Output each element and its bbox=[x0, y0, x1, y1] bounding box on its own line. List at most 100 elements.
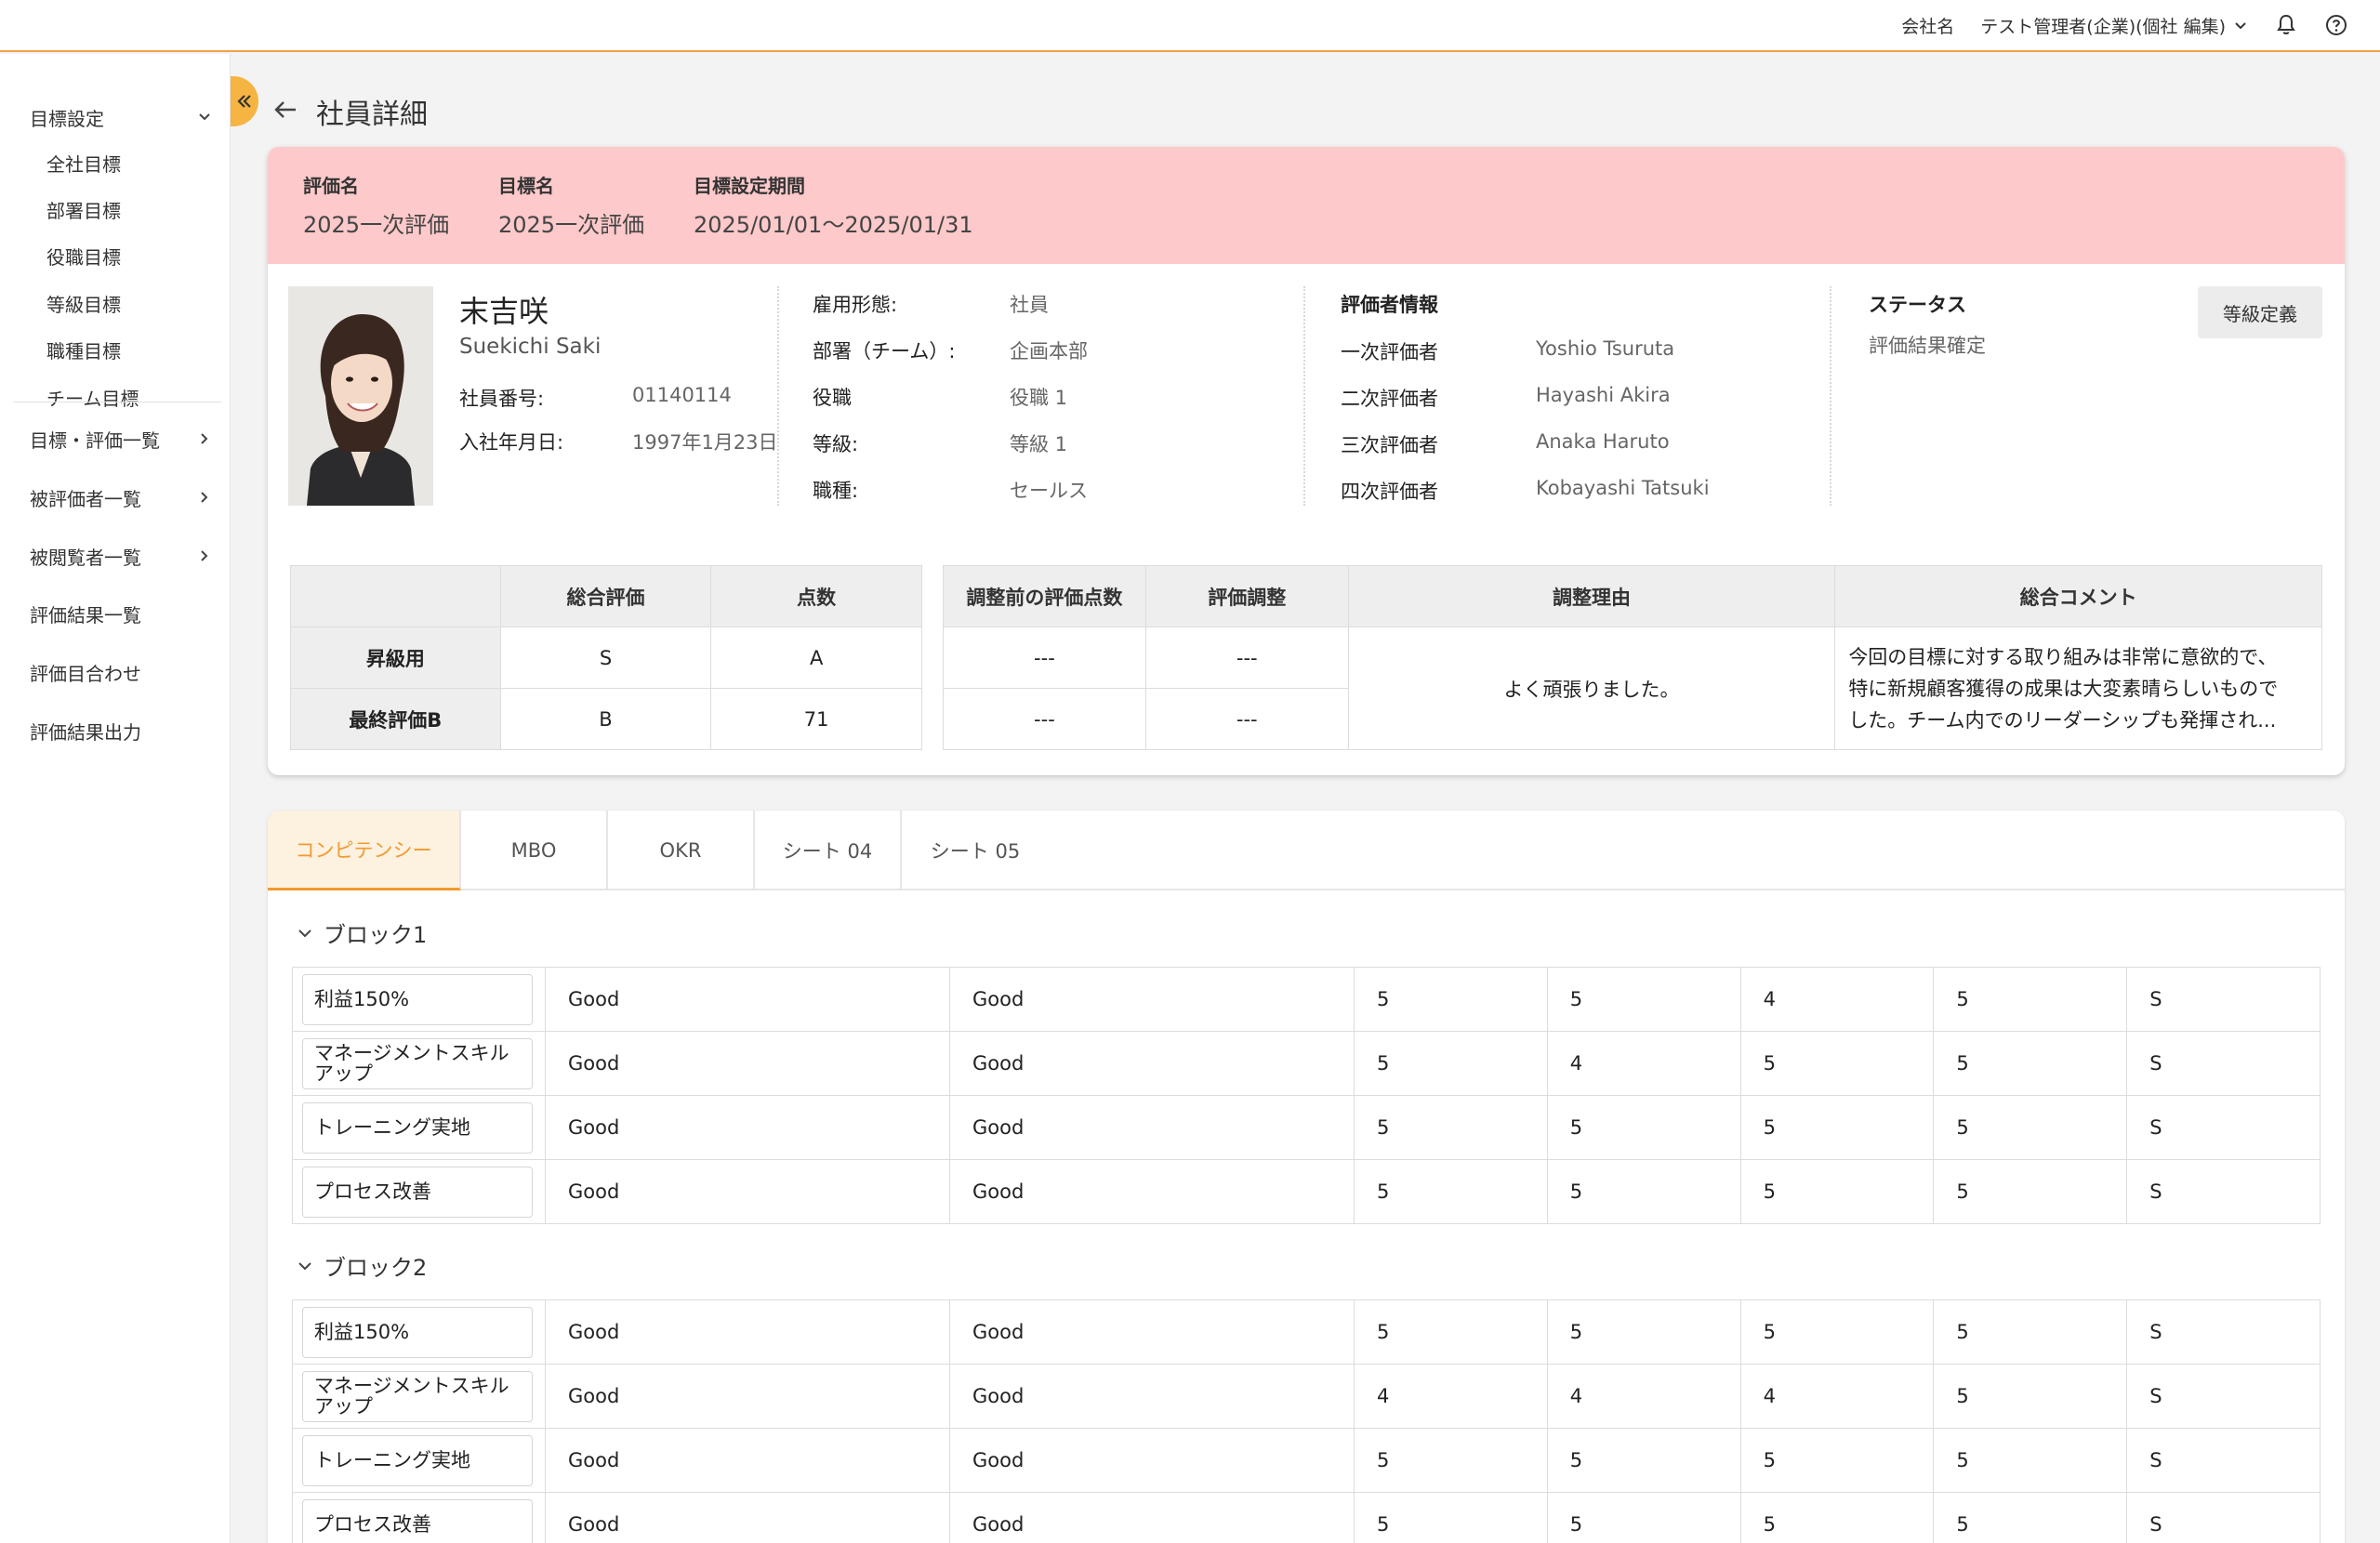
tab-sheet-04[interactable]: シート 04 bbox=[755, 811, 902, 890]
sidebar-item-position-goal[interactable]: 役職目標 bbox=[0, 239, 231, 272]
sidebar-item-label: 役職目標 bbox=[46, 245, 121, 269]
evaluation-sheet-panel: コンピテンシー MBO OKR シート 04 シート 05 ブロック1 利益15… bbox=[268, 811, 2345, 1543]
user-menu[interactable]: テスト管理者(企業)(個社 編集) bbox=[1980, 13, 2248, 38]
table-row: マネージメントスキル アップ Good Good 4 4 4 5 S bbox=[292, 1364, 2320, 1429]
employee-name-roman: Suekichi Saki bbox=[459, 335, 602, 359]
table-cell: 5 bbox=[1546, 967, 1741, 1032]
block-header[interactable]: ブロック1 bbox=[296, 917, 427, 949]
table-row: --- --- よく頑張りました。 今回の目標に対する取り組みは非常に意欲的で、… bbox=[943, 626, 2322, 750]
table-cell: 4 bbox=[1546, 1364, 1741, 1429]
item-name-field[interactable]: 利益150% bbox=[302, 1306, 533, 1358]
item-name-field[interactable]: 利益150% bbox=[302, 973, 533, 1025]
table-cell: --- bbox=[1144, 626, 1349, 689]
tab-competency[interactable]: コンピテンシー bbox=[268, 811, 461, 890]
table-cell: 5 bbox=[1546, 1299, 1741, 1365]
comment-line: 今回の目標に対する取り組みは非常に意欲的で、 bbox=[1848, 645, 2278, 668]
table-cell: S bbox=[2126, 1031, 2320, 1096]
table-cell: 5 bbox=[1353, 1095, 1548, 1160]
table-cell: 5 bbox=[1739, 1428, 1935, 1493]
sidebar-item-viewer-list[interactable]: 被閲覧者一覧 bbox=[0, 537, 231, 574]
table-cell: 4 bbox=[1739, 1364, 1935, 1429]
item-name-cell: マネージメントスキル アップ bbox=[292, 1031, 546, 1096]
table-cell: 71 bbox=[710, 688, 922, 750]
table-row: トレーニング実地 Good Good 5 5 5 5 S bbox=[292, 1095, 2320, 1160]
sidebar-collapse-button[interactable] bbox=[231, 76, 258, 126]
item-name-cell: プロセス改善 bbox=[292, 1492, 546, 1543]
item-name-field[interactable]: プロセス改善 bbox=[302, 1166, 533, 1218]
employment-value: 社員 bbox=[1010, 294, 1049, 316]
sidebar-item-evaluatee-list[interactable]: 被評価者一覧 bbox=[0, 479, 231, 516]
table-cell: 5 bbox=[1353, 1492, 1548, 1543]
goal-name-label: 目標名 bbox=[498, 175, 554, 197]
item-name-cell: プロセス改善 bbox=[292, 1159, 546, 1224]
overall-score-table: 総合評価 点数 昇級用 S A 最終評価B B 71 bbox=[290, 565, 922, 750]
sidebar-item-result-export[interactable]: 評価結果出力 bbox=[0, 712, 231, 749]
goal-name-value: 2025一次評価 bbox=[498, 212, 645, 238]
item-name-field[interactable]: マネージメントスキル アップ bbox=[302, 1037, 533, 1089]
table-cell: S bbox=[2126, 1492, 2320, 1543]
status-value: 評価結果確定 bbox=[1869, 335, 1986, 357]
grade-definition-button[interactable]: 等級定義 bbox=[2198, 286, 2322, 338]
sidebar-item-goal-setting[interactable]: 目標設定 bbox=[0, 99, 231, 136]
table-cell: Good bbox=[545, 1031, 950, 1096]
table-cell: 5 bbox=[1739, 1031, 1935, 1096]
sidebar-item-label: 評価結果出力 bbox=[30, 720, 141, 744]
item-name-field[interactable]: トレーニング実地 bbox=[302, 1434, 533, 1486]
item-name-line: マネージメントスキル bbox=[314, 1375, 509, 1397]
evaluation-banner: 評価名 2025一次評価 目標名 2025一次評価 目標設定期間 2025/01… bbox=[268, 147, 2345, 264]
back-arrow-icon[interactable] bbox=[271, 96, 299, 127]
item-name-field[interactable]: マネージメントスキル アップ bbox=[302, 1370, 533, 1422]
table-cell: --- bbox=[1144, 688, 1349, 750]
block-table: 利益150% Good Good 5 5 5 5 S マネージメントスキル アップ… bbox=[292, 1299, 2320, 1543]
evaluator-name: Kobayashi Tatsuki bbox=[1536, 477, 1710, 499]
divider bbox=[1303, 286, 1305, 506]
evaluator-label: 三次評価者 bbox=[1341, 434, 1438, 456]
divider bbox=[1830, 286, 1831, 506]
item-name-cell: 利益150% bbox=[292, 1299, 546, 1365]
sidebar-item-label: 評価目合わせ bbox=[30, 662, 141, 685]
position-label: 役職 bbox=[813, 387, 852, 409]
table-cell: 5 bbox=[1933, 1031, 2128, 1096]
block-title: ブロック1 bbox=[324, 922, 428, 948]
sidebar-item-grade-goal[interactable]: 等級目標 bbox=[0, 286, 231, 320]
tab-sheet-05[interactable]: シート 05 bbox=[902, 811, 1049, 890]
table-header: 点数 bbox=[710, 565, 922, 627]
table-header: 総合評価 bbox=[499, 565, 712, 627]
page-title: 社員詳細 bbox=[316, 99, 428, 131]
sidebar-item-dept-goal[interactable]: 部署目標 bbox=[0, 192, 231, 226]
sidebar-item-team-goal[interactable]: チーム目標 bbox=[0, 380, 231, 414]
sidebar-item-company-goal[interactable]: 全社目標 bbox=[0, 146, 231, 179]
sidebar-item-job-goal[interactable]: 職種目標 bbox=[0, 333, 231, 366]
table-cell: 5 bbox=[1933, 1492, 2128, 1543]
table-row: 利益150% Good Good 5 5 5 5 S bbox=[292, 1299, 2320, 1365]
table-cell: A bbox=[710, 626, 922, 689]
eval-name-label: 評価名 bbox=[303, 175, 359, 197]
table-cell: 5 bbox=[1933, 1095, 2128, 1160]
help-icon[interactable] bbox=[2324, 13, 2348, 37]
table-cell: B bbox=[499, 688, 712, 750]
table-cell: Good bbox=[948, 1095, 1355, 1160]
dept-value: 企画本部 bbox=[1010, 340, 1088, 363]
tab-mbo[interactable]: MBO bbox=[461, 811, 608, 890]
join-date-value: 1997年1月23日 bbox=[632, 431, 778, 454]
item-name-field[interactable]: プロセス改善 bbox=[302, 1498, 533, 1543]
block-header[interactable]: ブロック2 bbox=[296, 1249, 427, 1282]
table-cell: Good bbox=[545, 1159, 950, 1224]
evaluator-label: 一次評価者 bbox=[1341, 341, 1438, 363]
employee-photo bbox=[288, 286, 433, 506]
table-cell: S bbox=[2126, 1299, 2320, 1365]
tab-okr[interactable]: OKR bbox=[608, 811, 755, 890]
table-cell: 5 bbox=[1546, 1095, 1741, 1160]
table-cell: 5 bbox=[1933, 1364, 2128, 1429]
evaluator-label: 二次評価者 bbox=[1341, 388, 1438, 410]
sidebar-item-result-list[interactable]: 評価結果一覧 bbox=[0, 595, 231, 632]
table-header-empty bbox=[290, 565, 501, 627]
item-name-field[interactable]: トレーニング実地 bbox=[302, 1101, 533, 1154]
sidebar-item-goal-eval-list[interactable]: 目標・評価一覧 bbox=[0, 420, 231, 457]
table-cell: Good bbox=[545, 967, 950, 1032]
bell-icon[interactable] bbox=[2274, 13, 2298, 37]
table-cell: 5 bbox=[1353, 1428, 1548, 1493]
table-row: プロセス改善 Good Good 5 5 5 5 S bbox=[292, 1159, 2320, 1224]
sidebar-item-eval-meeting[interactable]: 評価目合わせ bbox=[0, 653, 231, 691]
table-cell: 4 bbox=[1546, 1031, 1741, 1096]
